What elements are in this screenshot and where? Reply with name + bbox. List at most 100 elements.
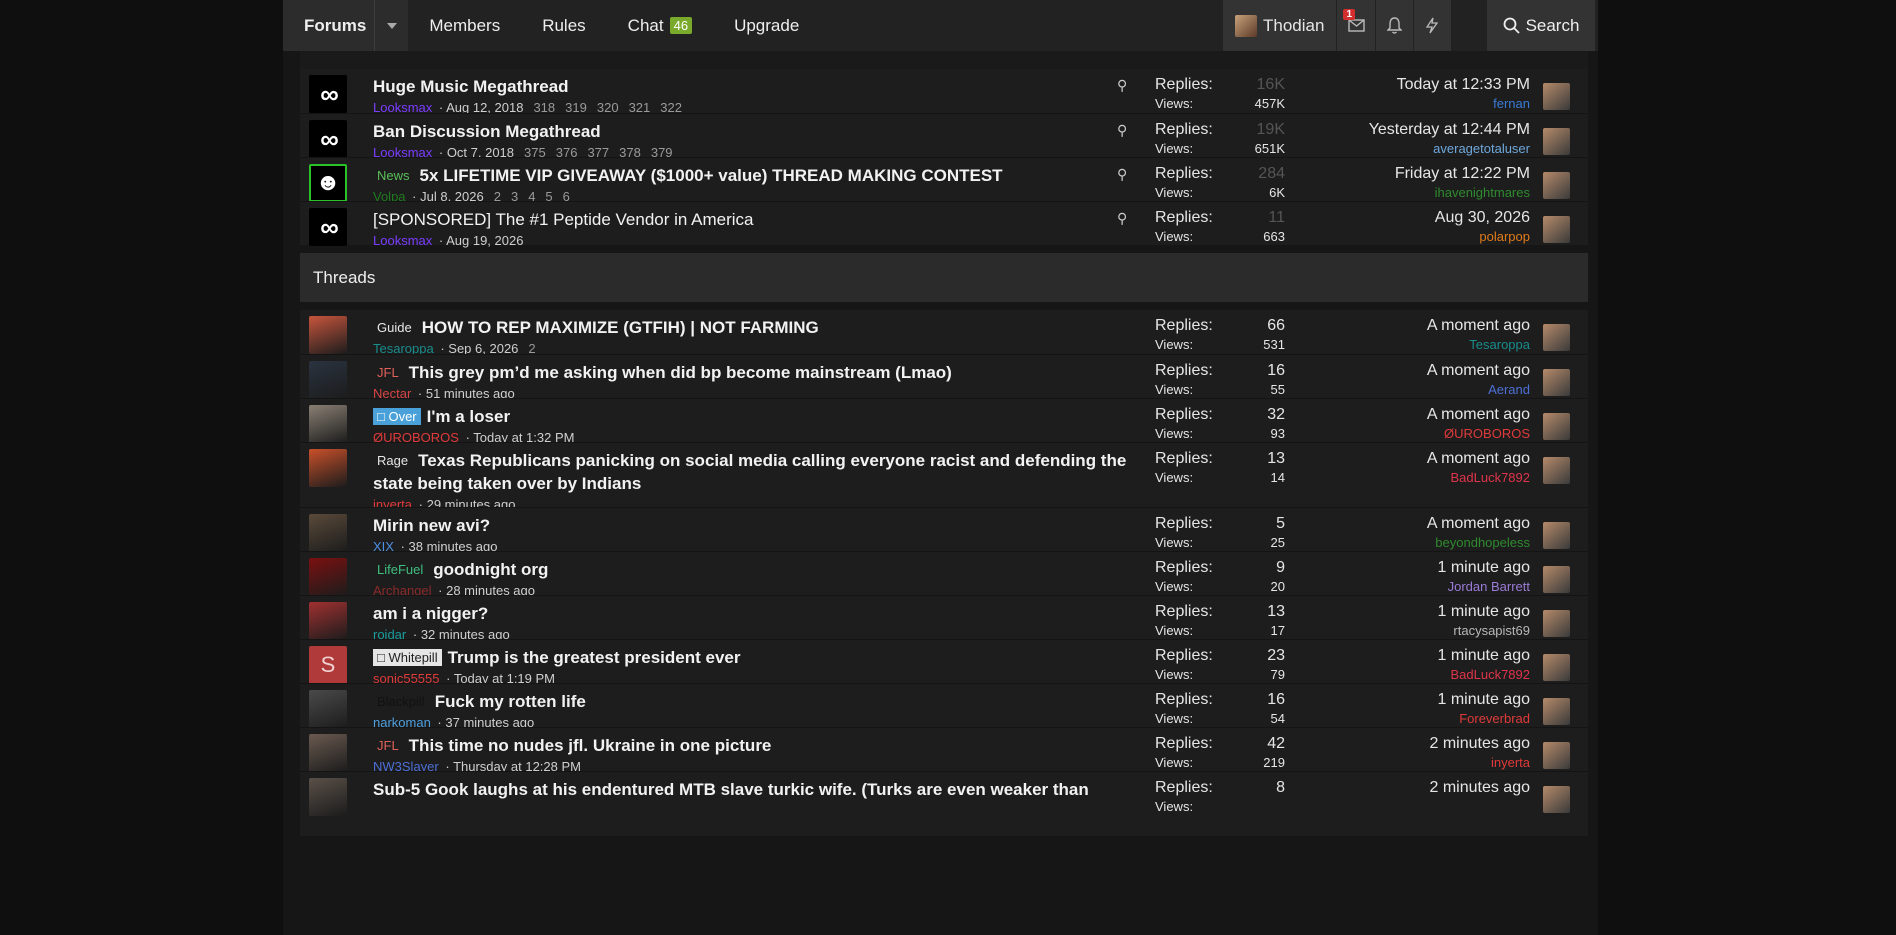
thread-title[interactable]: LifeFuel goodnight org xyxy=(373,558,1128,581)
last-post-time[interactable]: A moment ago xyxy=(1280,449,1530,469)
avatar[interactable] xyxy=(309,514,347,552)
table-row[interactable]: S □ Whitepill Trump is the greatest presid… xyxy=(300,639,1588,686)
last-post-user[interactable]: BadLuck7892 xyxy=(1280,469,1530,487)
tab-forums[interactable]: Forums xyxy=(283,0,375,51)
avatar[interactable] xyxy=(309,690,347,728)
thread-title[interactable]: News 5x LIFETIME VIP GIVEAWAY ($1000+ val… xyxy=(373,164,1128,187)
tab-rules[interactable]: Rules xyxy=(521,0,606,51)
avatar[interactable] xyxy=(1543,324,1570,351)
thread-title-text[interactable]: goodnight org xyxy=(433,560,548,579)
last-post-time[interactable]: A moment ago xyxy=(1280,361,1530,381)
tab-members[interactable]: Members xyxy=(408,0,521,51)
table-row[interactable]: □ Over I'm a loser ØUROBOROS · Today at 1:… xyxy=(300,398,1588,445)
search-button[interactable]: Search xyxy=(1487,0,1595,51)
thread-prefix[interactable]: □ Over xyxy=(373,408,421,425)
thread-title[interactable]: Rage Texas Republicans panicking on socia… xyxy=(373,449,1128,495)
last-post-time[interactable]: A moment ago xyxy=(1280,405,1530,425)
thread-title-text[interactable]: am i a nigger? xyxy=(373,604,488,623)
thread-prefix[interactable]: Blackpill xyxy=(373,693,429,710)
thread-title[interactable]: Mirin new avi? xyxy=(373,514,1128,537)
thread-title-text[interactable]: I'm a loser xyxy=(427,407,510,426)
thread-title[interactable]: am i a nigger? xyxy=(373,602,1128,625)
table-row[interactable]: Mirin new avi? XIX · 38 minutes ago Replie… xyxy=(300,507,1588,554)
thread-title[interactable]: Sub-5 Gook laughs at his endentured MTB … xyxy=(373,778,1128,801)
thread-prefix[interactable]: JFL xyxy=(373,364,403,381)
table-row[interactable]: JFL This time no nudes jfl. Ukraine in on… xyxy=(300,727,1588,774)
avatar[interactable] xyxy=(1543,654,1570,681)
avatar[interactable] xyxy=(1543,610,1570,637)
account-button[interactable]: Thodian xyxy=(1223,0,1338,51)
avatar[interactable] xyxy=(1543,83,1570,110)
sticky-thread-row[interactable]: ∞ [SPONSORED] The #1 Peptide Vendor in Am… xyxy=(300,201,1588,248)
table-row[interactable]: Sub-5 Gook laughs at his endentured MTB … xyxy=(300,771,1588,836)
thread-title[interactable]: JFL This time no nudes jfl. Ukraine in on… xyxy=(373,734,1128,757)
last-post-time[interactable]: 1 minute ago xyxy=(1280,602,1530,622)
thread-prefix[interactable]: Rage xyxy=(373,452,412,469)
thread-title-text[interactable]: Texas Republicans panicking on social me… xyxy=(373,451,1126,493)
avatar[interactable]: ☻ xyxy=(309,164,347,202)
avatar[interactable] xyxy=(1543,742,1570,769)
avatar[interactable]: ∞ xyxy=(309,208,347,246)
avatar[interactable] xyxy=(1543,698,1570,725)
table-row[interactable]: JFL This grey pm’d me asking when did bp … xyxy=(300,354,1588,401)
last-post-user[interactable]: rtacysapist69 xyxy=(1280,622,1530,640)
last-post-user[interactable]: BadLuck7892 xyxy=(1280,666,1530,684)
thread-title-text[interactable]: Fuck my rotten life xyxy=(435,692,586,711)
last-post-user[interactable]: Tesaroppa xyxy=(1280,336,1530,354)
last-post-time[interactable]: Today at 12:33 PM xyxy=(1280,75,1530,95)
forums-dropdown-button[interactable] xyxy=(374,0,409,51)
sticky-thread-row[interactable]: ∞ Ban Discussion Megathread Looksmax · Oct… xyxy=(300,113,1588,160)
avatar[interactable]: S xyxy=(309,646,347,684)
avatar[interactable] xyxy=(1543,413,1570,440)
table-row[interactable]: Guide HOW TO REP MAXIMIZE (GTFIH) | NOT F… xyxy=(300,310,1588,356)
avatar[interactable] xyxy=(1543,786,1570,813)
avatar[interactable] xyxy=(309,778,347,816)
avatar[interactable] xyxy=(1543,172,1570,199)
thread-title-text[interactable]: [SPONSORED] The #1 Peptide Vendor in Ame… xyxy=(373,210,754,229)
avatar[interactable] xyxy=(309,361,347,399)
thread-title-text[interactable]: HOW TO REP MAXIMIZE (GTFIH) | NOT FARMIN… xyxy=(422,318,819,337)
inbox-button[interactable]: 1 xyxy=(1337,0,1376,51)
avatar[interactable] xyxy=(309,602,347,640)
thread-prefix[interactable]: □ Whitepill xyxy=(373,649,442,666)
last-post-time[interactable]: A moment ago xyxy=(1280,316,1530,336)
last-post-user[interactable]: ØUROBOROS xyxy=(1280,425,1530,443)
thread-author[interactable]: Looksmax xyxy=(373,233,432,248)
last-post-user[interactable]: averagetotaluser xyxy=(1280,140,1530,158)
thread-title[interactable]: □ Over I'm a loser xyxy=(373,405,1128,428)
thread-prefix[interactable]: LifeFuel xyxy=(373,561,427,578)
last-post-user[interactable]: polarpop xyxy=(1280,228,1530,246)
thread-title[interactable]: Ban Discussion Megathread xyxy=(373,120,1128,143)
last-post-time[interactable]: 1 minute ago xyxy=(1280,558,1530,578)
last-post-user[interactable]: Jordan Barrett xyxy=(1280,578,1530,596)
thread-title[interactable]: □ Whitepill Trump is the greatest preside… xyxy=(373,646,1128,669)
last-post-time[interactable]: Yesterday at 12:44 PM xyxy=(1280,120,1530,140)
avatar[interactable] xyxy=(309,449,347,487)
avatar[interactable]: ∞ xyxy=(309,120,347,158)
thread-title-text[interactable]: Trump is the greatest president ever xyxy=(448,648,741,667)
last-post-time[interactable]: 2 minutes ago xyxy=(1280,734,1530,754)
thread-title-text[interactable]: This time no nudes jfl. Ukraine in one p… xyxy=(409,736,772,755)
thread-prefix[interactable]: JFL xyxy=(373,737,403,754)
last-post-user[interactable]: Aerand xyxy=(1280,381,1530,399)
avatar[interactable] xyxy=(1543,566,1570,593)
avatar[interactable] xyxy=(309,316,347,354)
thread-date[interactable]: Aug 19, 2026 xyxy=(446,233,523,248)
last-post-user[interactable]: fernan xyxy=(1280,95,1530,113)
avatar[interactable] xyxy=(1543,522,1570,549)
thread-title-text[interactable]: 5x LIFETIME VIP GIVEAWAY ($1000+ value) … xyxy=(420,166,1003,185)
thread-prefix[interactable]: Guide xyxy=(373,319,416,336)
last-post-time[interactable]: 2 minutes ago xyxy=(1280,778,1530,798)
alerts-button[interactable] xyxy=(1376,0,1414,51)
thread-title[interactable]: Guide HOW TO REP MAXIMIZE (GTFIH) | NOT F… xyxy=(373,316,1128,339)
last-post-time[interactable]: 1 minute ago xyxy=(1280,690,1530,710)
avatar[interactable] xyxy=(309,405,347,443)
thread-prefix[interactable]: News xyxy=(373,167,414,184)
avatar[interactable] xyxy=(1543,216,1570,243)
avatar[interactable] xyxy=(1543,457,1570,484)
tab-upgrade[interactable]: Upgrade xyxy=(713,0,820,51)
last-post-time[interactable]: A moment ago xyxy=(1280,514,1530,534)
avatar[interactable] xyxy=(309,558,347,596)
thread-title-text[interactable]: Sub-5 Gook laughs at his endentured MTB … xyxy=(373,780,1089,799)
last-post-user[interactable]: Foreverbrad xyxy=(1280,710,1530,728)
